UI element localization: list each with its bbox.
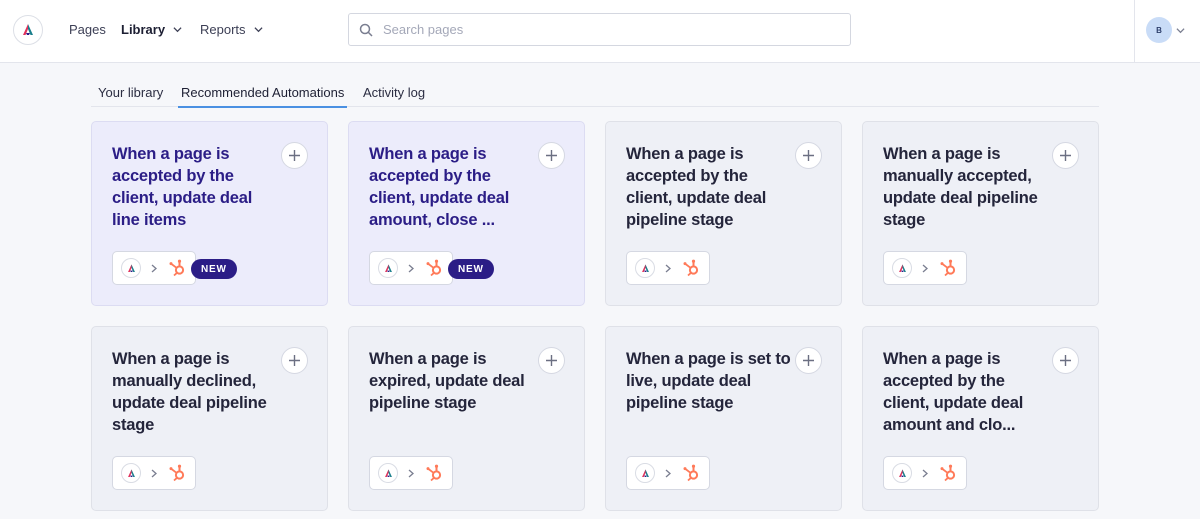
chevron-right-icon [922,469,928,477]
avatar[interactable]: B [1146,17,1172,43]
integration-chip [369,456,453,490]
plus-icon [289,355,300,366]
add-automation-button[interactable] [795,347,822,374]
divider [1134,0,1135,63]
automation-title: When a page is accepted by the client, u… [626,145,767,229]
app-logo-icon [121,463,141,483]
add-automation-button[interactable] [538,347,565,374]
tab-your-library[interactable]: Your library [95,85,166,106]
add-automation-button[interactable] [1052,347,1079,374]
chevron-right-icon [922,264,928,272]
app-logo-icon [892,463,912,483]
plus-icon [1060,150,1071,161]
automation-title: When a page is manually declined, update… [112,350,267,434]
automation-card[interactable]: When a page is accepted by the client, u… [605,121,842,306]
chevron-right-icon [408,264,414,272]
automation-title: When a page is expired, update deal pipe… [369,350,525,412]
search-box [348,13,851,46]
automation-title: When a page is accepted by the client, u… [369,145,510,229]
automation-card[interactable]: When a page is manually declined, update… [91,326,328,511]
new-badge: NEW [448,259,494,279]
app-logo-icon [635,463,655,483]
automation-card[interactable]: When a page is accepted by the client, u… [862,326,1099,511]
app-logo-icon [121,258,141,278]
chevron-down-icon [253,27,263,33]
integration-chip [369,251,453,285]
plus-icon [289,150,300,161]
library-tabs: Your library Recommended Automations Act… [91,84,1099,108]
hubspot-icon [683,259,699,277]
add-automation-button[interactable] [1052,142,1079,169]
chevron-right-icon [151,264,157,272]
automation-title: When a page is accepted by the client, u… [112,145,253,229]
automation-title: When a page is set to live, update deal … [626,350,791,412]
add-automation-button[interactable] [281,142,308,169]
automation-title: When a page is manually accepted, update… [883,145,1038,229]
search-icon [359,23,373,37]
hubspot-icon [169,259,185,277]
tab-recommended-automations[interactable]: Recommended Automations [178,85,348,108]
integration-chip [112,456,196,490]
nav-pages-label: Pages [69,22,106,37]
plus-icon [546,355,557,366]
plus-icon [803,355,814,366]
automation-title: When a page is accepted by the client, u… [883,350,1024,434]
automation-card[interactable]: When a page is accepted by the client, u… [91,121,328,306]
nav-reports-label: Reports [200,22,246,37]
tab-activity-log[interactable]: Activity log [360,85,428,106]
integration-chip [626,456,710,490]
app-logo-icon[interactable] [13,15,43,45]
integration-chip [883,456,967,490]
automation-card[interactable]: When a page is accepted by the client, u… [348,121,585,306]
nav-library[interactable]: Library [121,22,182,37]
automation-card[interactable]: When a page is set to live, update deal … [605,326,842,511]
hubspot-icon [426,259,442,277]
top-navigation-bar: Pages Library Reports B [0,0,1200,63]
hubspot-icon [683,464,699,482]
automation-card[interactable]: When a page is expired, update deal pipe… [348,326,585,511]
hubspot-icon [940,464,956,482]
add-automation-button[interactable] [795,142,822,169]
search-input[interactable] [383,22,823,37]
chevron-right-icon [665,264,671,272]
add-automation-button[interactable] [281,347,308,374]
hubspot-icon [169,464,185,482]
app-logo-icon [378,463,398,483]
plus-icon [546,150,557,161]
nav-library-label: Library [121,22,166,37]
chevron-right-icon [151,469,157,477]
plus-icon [803,150,814,161]
app-logo-icon [892,258,912,278]
chevron-down-icon [173,27,182,33]
plus-icon [1060,355,1071,366]
integration-chip [626,251,710,285]
new-badge: NEW [191,259,237,279]
hubspot-icon [940,259,956,277]
app-logo-icon [635,258,655,278]
chevron-right-icon [665,469,671,477]
integration-chip [883,251,967,285]
chevron-down-icon[interactable] [1176,26,1185,35]
nav-pages[interactable]: Pages [69,22,106,37]
app-logo-icon [378,258,398,278]
integration-chip [112,251,196,285]
add-automation-button[interactable] [538,142,565,169]
nav-reports[interactable]: Reports [200,22,263,37]
chevron-right-icon [408,469,414,477]
hubspot-icon [426,464,442,482]
automation-card[interactable]: When a page is manually accepted, update… [862,121,1099,306]
